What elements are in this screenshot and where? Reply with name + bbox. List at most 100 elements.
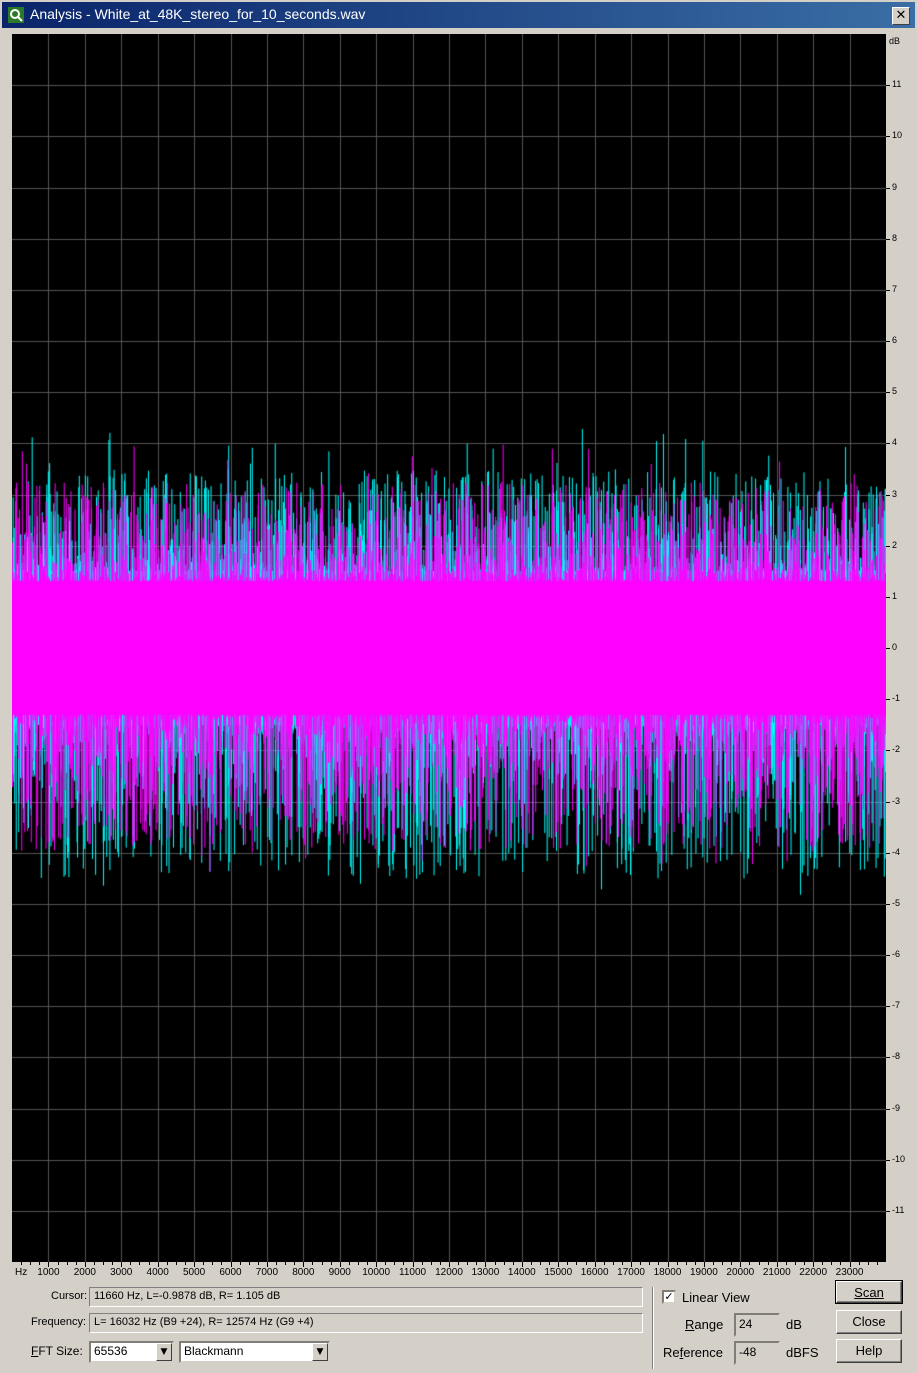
- reference-input[interactable]: -48: [734, 1341, 780, 1365]
- frequency-axis-tick-mark: [57, 1262, 59, 1265]
- frequency-axis-tick-mark: [831, 1262, 833, 1265]
- frequency-axis-tick-mark: [294, 1262, 296, 1265]
- frequency-axis-tick-label: 8000: [292, 1267, 315, 1278]
- db-axis-tick-mark: [886, 187, 890, 189]
- frequency-axis-tick-label: 1000: [37, 1267, 60, 1278]
- db-axis-tick-mark: [886, 85, 890, 87]
- frequency-axis-tick-mark: [367, 1262, 369, 1265]
- db-axis-tick-label: -6: [892, 949, 901, 959]
- frequency-axis-tick-mark: [658, 1262, 660, 1265]
- db-axis-tick-label: 9: [892, 181, 898, 192]
- frequency-axis-tick-mark: [394, 1262, 396, 1265]
- frequency-axis-tick-mark: [758, 1262, 760, 1265]
- frequency-axis-tick-mark: [221, 1262, 223, 1265]
- frequency-axis-tick-label: 12000: [435, 1267, 463, 1278]
- db-axis-tick-label: -3: [892, 795, 901, 806]
- frequency-axis-tick-label: 15000: [544, 1267, 573, 1278]
- frequency-axis-tick-label: 6000: [219, 1267, 242, 1278]
- linear-view-label[interactable]: Linear View: [682, 1290, 750, 1305]
- frequency-axis-tick-mark: [357, 1262, 359, 1265]
- db-axis-tick-label: -8: [892, 1051, 901, 1062]
- db-axis-tick-mark: [886, 341, 890, 342]
- frequency-axis-tick-mark: [476, 1262, 478, 1265]
- frequency-axis-tick-mark: [794, 1262, 796, 1265]
- db-axis-tick-label: 3: [892, 488, 898, 499]
- window-close-button[interactable]: ✕: [892, 7, 910, 25]
- db-axis-tick-label: -5: [892, 897, 901, 908]
- reference-unit: dBFS: [786, 1345, 819, 1360]
- range-label: Range: [685, 1317, 723, 1332]
- linear-view-checkbox[interactable]: ✓: [662, 1290, 676, 1304]
- db-axis-tick-label: 6: [892, 335, 898, 345]
- frequency-axis-tick-mark: [348, 1262, 350, 1265]
- frequency-axis-tick-mark: [93, 1262, 95, 1265]
- frequency-axis-tick-label: 23000: [835, 1267, 864, 1278]
- frequency-axis-unit: Hz: [15, 1267, 28, 1278]
- frequency-axis-tick-mark: [649, 1262, 651, 1265]
- scan-button-label: Scan: [854, 1285, 884, 1300]
- frequency-axis-tick-label: 10000: [362, 1267, 391, 1278]
- frequency-axis-tick-mark: [867, 1262, 869, 1265]
- db-axis-tick-mark: [886, 1210, 890, 1212]
- frequency-axis-tick-mark: [804, 1262, 806, 1265]
- db-axis-tick-label: 0: [892, 642, 898, 652]
- close-button[interactable]: Close: [836, 1310, 902, 1334]
- frequency-axis-tick-label: 17000: [617, 1267, 645, 1278]
- cursor-label: Cursor:: [51, 1290, 88, 1302]
- db-axis-tick-label: 2: [892, 539, 898, 550]
- db-axis-tick-label: -7: [892, 1000, 901, 1011]
- frequency-axis-tick-mark: [166, 1262, 168, 1265]
- db-axis-tick-label: 11: [892, 79, 902, 90]
- frequency-axis-tick-mark: [694, 1262, 696, 1265]
- db-axis-tick-label: 8: [892, 232, 898, 243]
- frequency-axis-tick-mark: [585, 1262, 587, 1265]
- reference-label: Reference: [663, 1345, 723, 1360]
- frequency-axis-tick-mark: [39, 1262, 41, 1265]
- frequency-axis-tick-mark: [148, 1262, 150, 1265]
- db-axis-tick-mark: [886, 1159, 890, 1161]
- frequency-axis-tick-label: 2000: [73, 1267, 96, 1278]
- frequency-axis-tick-label: 22000: [799, 1267, 828, 1278]
- frequency-axis-tick-mark: [403, 1262, 405, 1265]
- db-axis-tick-label: -2: [892, 744, 901, 755]
- db-axis-tick-mark: [886, 392, 890, 394]
- window-function-dropdown-icon[interactable]: ▼: [312, 1343, 328, 1361]
- db-axis-tick-label: 1: [892, 590, 898, 601]
- frequency-label: Frequency:: [31, 1316, 87, 1328]
- frequency-axis-tick-mark: [685, 1262, 687, 1265]
- window-title: Analysis - White_at_48K_stereo_for_10_se…: [30, 6, 366, 22]
- db-axis-tick-mark: [886, 801, 890, 803]
- fft-size-label-text: FT Size:: [38, 1344, 83, 1358]
- fft-size-dropdown-icon[interactable]: ▼: [156, 1343, 172, 1361]
- scan-button[interactable]: Scan: [835, 1280, 903, 1304]
- db-axis-tick-mark: [886, 955, 890, 956]
- frequency-axis-tick-mark: [203, 1262, 205, 1265]
- frequency-axis-tick-mark: [103, 1262, 105, 1265]
- frequency-axis-tick-mark: [503, 1262, 505, 1265]
- help-button[interactable]: Help: [836, 1339, 902, 1363]
- frequency-axis-tick-mark: [540, 1262, 542, 1265]
- range-label-text: ange: [694, 1317, 724, 1332]
- frequency-axis-tick-label: 16000: [580, 1267, 609, 1278]
- checkmark-icon: ✓: [664, 1290, 674, 1303]
- frequency-axis-tick-label: 11000: [399, 1267, 427, 1278]
- fft-size-select[interactable]: 65536 ▼: [89, 1341, 174, 1363]
- frequency-axis-tick-mark: [430, 1262, 432, 1265]
- range-input[interactable]: 24: [734, 1313, 780, 1337]
- frequency-axis-tick-label: 14000: [507, 1267, 536, 1278]
- db-axis-tick-mark: [886, 648, 890, 649]
- frequency-axis-tick-label: 5000: [182, 1267, 206, 1278]
- window-function-select[interactable]: Blackmann ▼: [179, 1341, 330, 1363]
- frequency-axis-tick-mark: [512, 1262, 514, 1265]
- spectrum-plot[interactable]: [12, 34, 886, 1262]
- spectrum-canvas[interactable]: [12, 34, 886, 1262]
- frequency-axis-tick-mark: [858, 1262, 860, 1265]
- separator: [652, 1287, 654, 1369]
- frequency-axis-tick-mark: [330, 1262, 332, 1265]
- db-axis-tick-mark: [886, 443, 890, 445]
- db-axis-tick-label: 10: [892, 130, 903, 141]
- frequency-axis-tick-mark: [621, 1262, 623, 1265]
- cursor-readout: 11660 Hz, L=-0.9878 dB, R= 1.105 dB: [89, 1287, 643, 1307]
- frequency-axis-tick-mark: [130, 1262, 132, 1265]
- frequency-axis-tick-mark: [494, 1262, 496, 1265]
